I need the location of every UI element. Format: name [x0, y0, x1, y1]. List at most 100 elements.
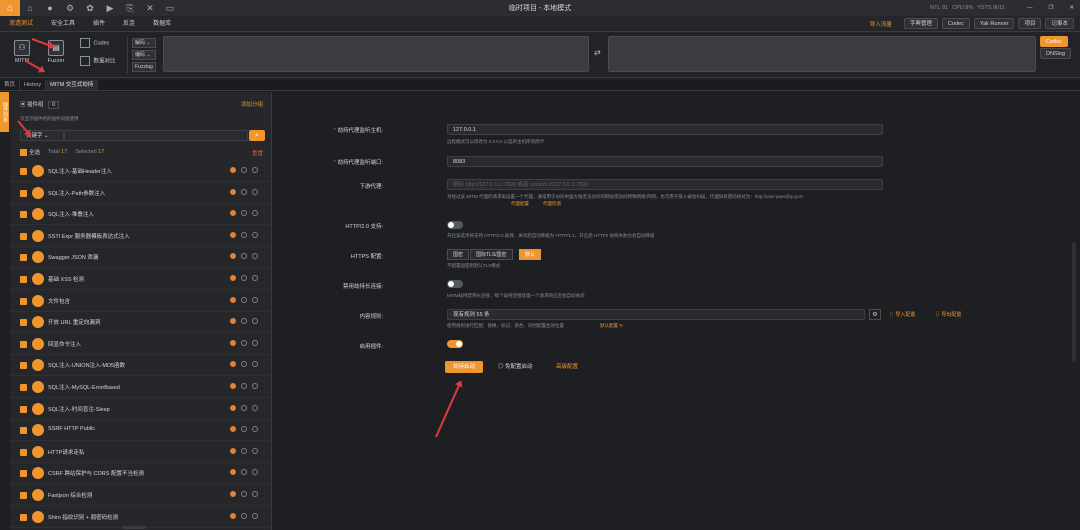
- plugin-checkbox[interactable]: [20, 189, 27, 197]
- plugin-row[interactable]: 开放 URL 重定向漏洞: [10, 312, 272, 334]
- plugin-info-icon[interactable]: [241, 339, 247, 346]
- plugin-author-icon[interactable]: [230, 188, 236, 195]
- search-icon[interactable]: ⌕: [249, 130, 265, 141]
- plugin-author-icon[interactable]: [230, 167, 236, 173]
- plugin-checkbox[interactable]: [20, 168, 27, 175]
- plugin-checkbox[interactable]: [20, 405, 27, 413]
- menu-database[interactable]: 数据库: [144, 16, 180, 32]
- plugin-author-icon[interactable]: [230, 253, 236, 260]
- select-all-checkbox[interactable]: [20, 148, 27, 156]
- plugin-author-icon[interactable]: [230, 296, 236, 303]
- plugin-info-icon[interactable]: [241, 231, 247, 238]
- plugin-author-icon[interactable]: [230, 426, 236, 433]
- plugin-author-icon[interactable]: [230, 231, 236, 238]
- plugin-search-input[interactable]: [64, 130, 248, 141]
- plugin-checkbox[interactable]: [20, 513, 27, 521]
- horizontal-scrollbar[interactable]: [122, 526, 146, 529]
- menu-security-tools[interactable]: 安全工具: [42, 16, 84, 32]
- plugin-checkbox[interactable]: [20, 362, 27, 370]
- tools-icon[interactable]: ✕: [140, 0, 160, 16]
- plugin-checkbox[interactable]: [20, 448, 27, 456]
- http2-toggle[interactable]: [447, 221, 463, 229]
- plugin-author-icon[interactable]: [230, 339, 236, 346]
- plugin-author-icon[interactable]: [230, 318, 236, 325]
- settings-icon[interactable]: ✿: [80, 0, 100, 16]
- plugin-checkbox[interactable]: [20, 470, 27, 478]
- plugin-checkbox[interactable]: [20, 211, 27, 219]
- fuzztag-button[interactable]: Fuzztag: [132, 62, 156, 72]
- plugin-copy-icon[interactable]: [252, 426, 258, 433]
- https-option-tls-gm[interactable]: 国际TLS/国密: [470, 249, 513, 260]
- menu-pentest[interactable]: 渗透测试: [0, 16, 42, 32]
- yak-runner-button[interactable]: Yak Runner: [973, 18, 1015, 29]
- decode-dropdown[interactable]: 解码 ⌄: [132, 38, 156, 48]
- plugin-copy-icon[interactable]: [252, 188, 258, 195]
- plugin-author-icon[interactable]: [230, 491, 236, 497]
- add-group-link[interactable]: 添加分组: [241, 100, 263, 108]
- tab-history[interactable]: History: [20, 80, 47, 90]
- compare-tool[interactable]: 数据对比: [80, 56, 126, 66]
- plugin-info-icon[interactable]: [241, 296, 247, 303]
- reset-link[interactable]: 重置: [252, 149, 263, 157]
- plugin-row[interactable]: 回显命令注入: [10, 334, 272, 355]
- plugin-checkbox[interactable]: [20, 319, 27, 327]
- plugin-copy-icon[interactable]: [252, 167, 258, 173]
- plugin-checkbox[interactable]: [20, 427, 27, 435]
- plugin-row[interactable]: Shiro 指纹识别 + 弱密码检测: [10, 507, 272, 528]
- port-input[interactable]: 8083: [447, 156, 883, 167]
- plugin-info-icon[interactable]: [241, 275, 247, 281]
- plugin-info-icon[interactable]: [241, 361, 247, 368]
- menu-reverse[interactable]: 反连: [114, 16, 144, 32]
- tab-home[interactable]: 首页: [0, 80, 21, 90]
- gear-icon[interactable]: ⚙: [60, 0, 80, 16]
- https-option-default[interactable]: 默认: [519, 249, 542, 260]
- plugin-info-icon[interactable]: [241, 404, 247, 411]
- close-icon[interactable]: ✕: [1069, 5, 1074, 11]
- plugin-info-icon[interactable]: [241, 167, 247, 173]
- plugin-author-icon[interactable]: [230, 512, 236, 519]
- codec-button[interactable]: Codec: [941, 18, 970, 29]
- codec-tool[interactable]: Codec: [80, 38, 120, 48]
- plugin-copy-icon[interactable]: [252, 404, 258, 411]
- play-icon[interactable]: ▶: [100, 0, 120, 16]
- plugin-author-icon[interactable]: [230, 361, 236, 368]
- no-config-start-button[interactable]: ◎ 免配置启动: [491, 361, 540, 373]
- plugin-info-icon[interactable]: [241, 447, 247, 454]
- plugin-checkbox[interactable]: [20, 384, 27, 391]
- codec-input-area[interactable]: [163, 36, 589, 72]
- plugin-row[interactable]: 基础 XSS 检测: [10, 269, 272, 290]
- rules-reset-link[interactable]: 默认配置 ↻: [600, 323, 623, 329]
- rules-settings-icon[interactable]: ⚙: [869, 309, 881, 320]
- mitm-tool[interactable]: ⚇ MITM: [10, 40, 34, 64]
- plugin-copy-icon[interactable]: [252, 491, 258, 497]
- plugin-checkbox[interactable]: [20, 276, 27, 283]
- codec-side-button[interactable]: Codec: [1040, 36, 1068, 47]
- enable-plugin-toggle[interactable]: [447, 340, 463, 348]
- plugin-copy-icon[interactable]: [252, 339, 258, 346]
- https-option-gm[interactable]: 国密: [447, 249, 470, 260]
- advanced-config-link[interactable]: 高级配置: [549, 361, 585, 373]
- rules-input[interactable]: 现有规则 55 条: [447, 309, 865, 320]
- vertical-scrollbar[interactable]: [1072, 242, 1076, 362]
- user-icon[interactable]: ●: [40, 0, 60, 16]
- plugin-copy-icon[interactable]: [252, 231, 258, 238]
- codec-output-area[interactable]: [608, 36, 1036, 72]
- plugin-copy-icon[interactable]: [252, 275, 258, 281]
- plugin-info-icon[interactable]: [241, 469, 247, 476]
- maximize-icon[interactable]: ❐: [1048, 5, 1053, 11]
- plugin-info-icon[interactable]: [241, 318, 247, 325]
- swap-icon[interactable]: ⇄: [594, 48, 601, 57]
- host-input[interactable]: 127.0.0.1: [447, 124, 883, 135]
- home-icon[interactable]: ⌂: [20, 0, 40, 16]
- plugin-row[interactable]: SQL注入-Path参数注入: [10, 183, 272, 204]
- proxy-check-link[interactable]: 代理检测: [543, 201, 561, 207]
- encode-dropdown[interactable]: 编码 ⌄: [132, 50, 156, 60]
- plugin-copy-icon[interactable]: [252, 318, 258, 325]
- plugin-author-icon[interactable]: [230, 210, 236, 217]
- plugin-row[interactable]: 文件包含: [10, 291, 272, 312]
- plugin-copy-icon[interactable]: [252, 469, 258, 476]
- minimize-icon[interactable]: —: [1027, 5, 1033, 11]
- plugin-row[interactable]: HTTP请求走私: [10, 442, 272, 463]
- plugin-copy-icon[interactable]: [252, 383, 258, 389]
- plugin-row[interactable]: SQL注入-MySQL-ErrorBased: [10, 377, 272, 398]
